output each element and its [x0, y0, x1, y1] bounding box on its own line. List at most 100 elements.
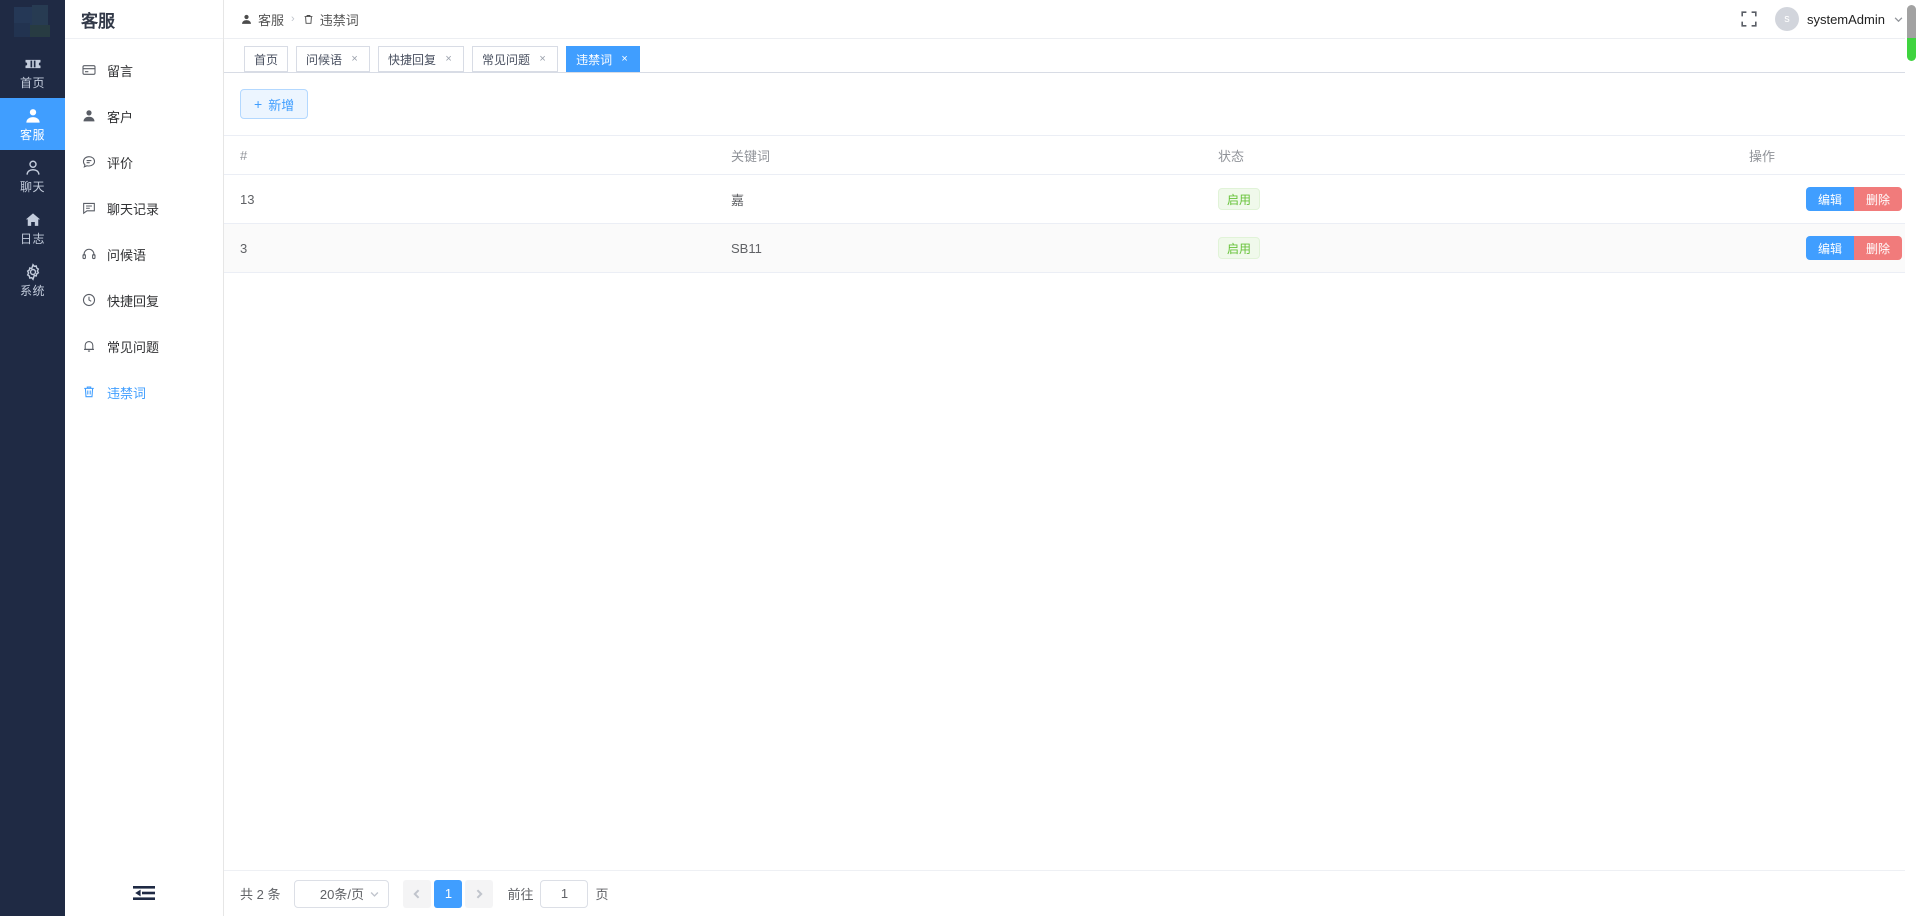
main-column: 客服 › 违禁词 s systemAdmin 首页 问候语 × 快捷回复 × 常…	[224, 0, 1918, 916]
cell-status: 启用	[1208, 223, 1656, 273]
rail-item-home-label: 首页	[19, 76, 45, 90]
close-icon[interactable]: ×	[443, 53, 454, 65]
sidebar-item-banned-words[interactable]: 违禁词	[65, 369, 223, 415]
rail-item-log[interactable]: 日志	[0, 202, 65, 254]
pagination: 共 2 条 20条/页 1 前往 1 页	[224, 870, 1918, 916]
tag-home-label: 首页	[254, 52, 279, 67]
card-icon	[81, 62, 97, 78]
breadcrumb: 客服 › 违禁词	[240, 10, 359, 29]
rail-item-system[interactable]: 系统	[0, 254, 65, 306]
sidebar-item-greeting[interactable]: 问候语	[65, 231, 223, 277]
sidebar-item-quick-reply[interactable]: 快捷回复	[65, 277, 223, 323]
fullscreen-icon[interactable]	[1741, 11, 1757, 27]
banned-words-page: + 新增 # 关键词 状态 操作 13 嘉 启用 编辑 删除 3 SB11 启用…	[224, 73, 1918, 916]
gear-icon	[23, 262, 43, 282]
edit-button[interactable]: 编辑	[1805, 187, 1854, 211]
sidebar-item-faq[interactable]: 常见问题	[65, 323, 223, 369]
tag-banned-words[interactable]: 违禁词 ×	[566, 46, 641, 72]
tag-faq-label: 常见问题	[482, 52, 531, 67]
page-toolbar: + 新增	[224, 73, 1918, 135]
table-container: # 关键词 状态 操作 13 嘉 启用 编辑 删除 3 SB11 启用 编辑 删…	[224, 135, 1918, 870]
hamburger-collapse-icon[interactable]	[133, 885, 155, 901]
table-header-row: # 关键词 状态 操作	[224, 135, 1918, 175]
trash-icon	[302, 13, 315, 26]
rail-item-service-label: 客服	[19, 128, 45, 142]
tag-home[interactable]: 首页	[244, 46, 289, 72]
navbar-right: s systemAdmin	[1741, 7, 1904, 31]
column-header-status: 状态	[1208, 135, 1656, 175]
trash-icon	[81, 384, 97, 400]
pagination-jumper: 前往 页	[507, 879, 609, 908]
tag-quick-reply-label: 快捷回复	[388, 52, 437, 67]
status-badge: 启用	[1218, 237, 1261, 259]
breadcrumb-item-service[interactable]: 客服	[240, 10, 284, 29]
delete-button[interactable]: 删除	[1853, 187, 1902, 211]
table-row: 3 SB11 启用 编辑 删除	[224, 223, 1918, 273]
column-header-operations: 操作	[1656, 135, 1918, 175]
close-icon[interactable]: ×	[537, 53, 548, 65]
rail-item-home[interactable]: 首页	[0, 46, 65, 98]
rail-spacer	[0, 306, 65, 916]
cell-keyword: SB11	[721, 223, 1208, 273]
page-number-1[interactable]: 1	[434, 879, 463, 908]
sidebar-item-greeting-label: 问候语	[107, 247, 147, 263]
chevron-down-icon	[369, 888, 380, 899]
cell-operations: 编辑 删除	[1656, 223, 1918, 273]
table-body: 13 嘉 启用 编辑 删除 3 SB11 启用 编辑 删除	[224, 174, 1918, 273]
prev-page-button[interactable]	[403, 879, 432, 908]
page-scrollbar[interactable]	[1905, 0, 1918, 916]
close-icon[interactable]: ×	[619, 53, 630, 65]
rail-item-system-label: 系统	[19, 284, 45, 298]
jumper-input[interactable]	[540, 879, 589, 908]
user-solid-icon	[240, 13, 253, 26]
status-badge: 启用	[1218, 188, 1261, 210]
user-solid-icon	[81, 108, 97, 124]
user-menu[interactable]: s systemAdmin	[1774, 7, 1904, 31]
table-head: # 关键词 状态 操作	[224, 135, 1918, 175]
sidebar-item-chat-history-label: 聊天记录	[107, 201, 160, 217]
close-icon[interactable]: ×	[349, 53, 360, 65]
sidebar-menu-list: 留言 客户 评价 聊天记录 问候语 快捷回复 常见问题 违禁词	[65, 39, 223, 870]
breadcrumb-item-service-label: 客服	[258, 12, 285, 28]
pagination-total: 共 2 条	[240, 887, 281, 902]
rail-item-service[interactable]: 客服	[0, 98, 65, 150]
ticket-icon	[23, 54, 43, 74]
scrollbar-thumb[interactable]	[1907, 5, 1916, 38]
tag-quick-reply[interactable]: 快捷回复 ×	[378, 46, 465, 72]
column-header-keyword: 关键词	[721, 135, 1208, 175]
cell-keyword: 嘉	[721, 174, 1208, 224]
add-button-label: 新增	[268, 97, 295, 113]
cell-status: 启用	[1208, 174, 1656, 224]
sidebar-item-chat-history[interactable]: 聊天记录	[65, 185, 223, 231]
sidebar-item-customers-label: 客户	[107, 109, 134, 125]
comment-dots-icon	[81, 154, 97, 170]
next-page-button[interactable]	[465, 879, 494, 908]
column-header-id: #	[224, 135, 721, 175]
app-logo	[0, 0, 65, 46]
sidebar-item-reviews[interactable]: 评价	[65, 139, 223, 185]
sidebar-item-faq-label: 常见问题	[107, 339, 160, 355]
top-navbar: 客服 › 违禁词 s systemAdmin	[224, 0, 1918, 39]
tag-faq[interactable]: 常见问题 ×	[472, 46, 559, 72]
tag-banned-words-label: 违禁词	[576, 52, 613, 67]
sidebar-item-messages[interactable]: 留言	[65, 47, 223, 93]
headset-icon	[81, 246, 97, 262]
rail-item-chat[interactable]: 聊天	[0, 150, 65, 202]
add-button[interactable]: + 新增	[240, 89, 309, 119]
page-size-select[interactable]: 20条/页	[294, 879, 390, 908]
sidebar-item-messages-label: 留言	[107, 63, 134, 79]
app-main: + 新增 # 关键词 状态 操作 13 嘉 启用 编辑 删除 3 SB11 启用…	[224, 73, 1918, 916]
delete-button[interactable]: 删除	[1853, 236, 1902, 260]
edit-button[interactable]: 编辑	[1805, 236, 1854, 260]
avatar: s	[1774, 7, 1799, 31]
clock-icon	[81, 292, 97, 308]
app-logo-icon	[12, 5, 54, 41]
breadcrumb-item-banned-words-label: 违禁词	[319, 12, 359, 28]
scrollbar-thumb-highlight[interactable]	[1907, 38, 1916, 61]
sidebar-item-customers[interactable]: 客户	[65, 93, 223, 139]
tag-greeting[interactable]: 问候语 ×	[296, 46, 371, 72]
table-row: 13 嘉 启用 编辑 删除	[224, 174, 1918, 224]
bell-icon	[81, 338, 97, 354]
row-action-group: 编辑 删除	[1805, 236, 1902, 260]
app-root: 首页 客服 聊天 日志 系统 客服 留言 客户 评价 聊天记录 问候语 快捷回复…	[0, 0, 1918, 916]
